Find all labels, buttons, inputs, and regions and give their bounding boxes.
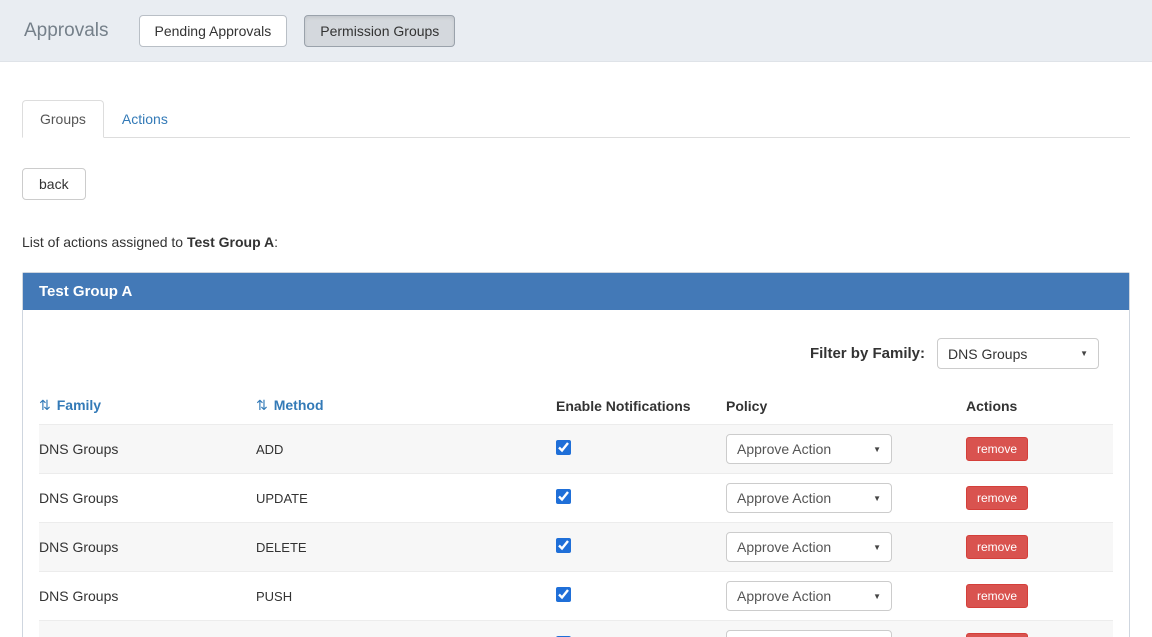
sort-icon: ⇅ — [39, 397, 51, 413]
policy-cell: Approve Action ▼ — [726, 425, 966, 474]
policy-cell: Approve Action ▼ — [726, 474, 966, 523]
table-row: DNS Groups UPDATE Approve Action ▼ remov… — [39, 473, 1113, 523]
filter-by-family-label: Filter by Family: — [809, 345, 925, 362]
intro-text: List of actions assigned to Test Group A… — [22, 234, 1130, 250]
chevron-down-icon: ▼ — [873, 444, 881, 454]
tab-actions[interactable]: Actions — [104, 100, 186, 138]
policy-select[interactable]: Approve Action ▼ — [726, 532, 892, 562]
intro-prefix: List of actions assigned to — [22, 234, 187, 250]
family-filter-select[interactable]: DNS Groups ▼ — [937, 338, 1099, 369]
page: Approvals Pending Approvals Permission G… — [0, 0, 1152, 637]
policy-select-value: Approve Action — [737, 490, 832, 506]
method-cell: DELETE — [256, 539, 307, 555]
policy-select[interactable]: Approve Action ▼ — [726, 483, 892, 513]
actions-cell: remove — [966, 621, 1113, 637]
chevron-down-icon: ▼ — [1080, 349, 1088, 358]
table-row: DNS Groups DELETE Approve Action ▼ remov… — [39, 522, 1113, 572]
column-header-notifications: Enable Notifications — [556, 397, 691, 414]
panel-title: Test Group A — [23, 273, 1129, 310]
remove-button[interactable]: remove — [966, 584, 1029, 608]
tab-bar: Groups Actions — [22, 100, 1130, 138]
policy-select-value: Approve Action — [737, 539, 832, 555]
column-header-policy: Policy — [726, 397, 768, 414]
family-cell: DNS Groups — [39, 621, 256, 637]
family-filter-value: DNS Groups — [948, 345, 1028, 362]
notifications-cell — [556, 572, 726, 621]
policy-select[interactable]: Approve Action ▼ — [726, 434, 892, 464]
content-area: Groups Actions back List of actions assi… — [0, 100, 1152, 637]
group-panel: Test Group A Filter by Family: DNS Group… — [22, 272, 1130, 637]
policy-select-value: Approve Action — [737, 588, 832, 604]
column-header-method[interactable]: ⇅ Method — [256, 391, 556, 425]
notifications-checkbox[interactable] — [556, 440, 571, 455]
policy-select-value: Approve Action — [737, 441, 832, 457]
actions-cell: remove — [966, 523, 1113, 572]
table-body: DNS Groups ADD Approve Action ▼ remove D… — [39, 424, 1113, 637]
method-cell: BULKMOVEZONES — [256, 621, 556, 637]
tab-groups[interactable]: Groups — [22, 100, 104, 138]
notifications-cell — [556, 523, 726, 572]
family-cell: DNS Groups — [39, 441, 119, 457]
notifications-cell — [556, 621, 726, 637]
intro-suffix: : — [274, 234, 279, 250]
actions-table: ⇅ Family ⇅ Method Enable Notifications Pol… — [39, 391, 1113, 637]
notifications-checkbox[interactable] — [556, 587, 571, 602]
table-row: DNS Groups PUSH Approve Action ▼ remove — [39, 571, 1113, 621]
remove-button[interactable]: remove — [966, 437, 1029, 461]
top-bar: Approvals Pending Approvals Permission G… — [0, 0, 1152, 62]
notifications-checkbox[interactable] — [556, 489, 571, 504]
method-cell: UPDATE — [256, 490, 308, 506]
remove-button[interactable]: remove — [966, 535, 1029, 559]
policy-cell: Approve Action ▼ — [726, 523, 966, 572]
family-cell: DNS Groups — [39, 490, 119, 506]
filter-row: Filter by Family: DNS Groups ▼ — [39, 338, 1099, 369]
policy-cell: Approve Action ▼ — [726, 621, 966, 637]
actions-cell: remove — [966, 572, 1113, 621]
column-header-actions: Actions — [966, 397, 1018, 414]
remove-button[interactable]: remove — [966, 486, 1029, 510]
policy-cell: Approve Action ▼ — [726, 572, 966, 621]
policy-select[interactable]: Approve Action ▼ — [726, 630, 892, 637]
table-header: ⇅ Family ⇅ Method Enable Notifications Pol… — [39, 391, 1113, 425]
chevron-down-icon: ▼ — [873, 542, 881, 552]
chevron-down-icon: ▼ — [873, 493, 881, 503]
notifications-cell — [556, 474, 726, 523]
family-cell: DNS Groups — [39, 588, 119, 604]
remove-button[interactable]: remove — [966, 633, 1029, 637]
intro-group-name: Test Group A — [187, 234, 275, 250]
pending-approvals-button[interactable]: Pending Approvals — [138, 14, 288, 47]
chevron-down-icon: ▼ — [873, 591, 881, 601]
table-row: DNS Groups ADD Approve Action ▼ remove — [39, 424, 1113, 474]
method-cell: ADD — [256, 441, 284, 457]
page-title: Approvals — [24, 19, 109, 41]
back-button[interactable]: back — [22, 168, 86, 200]
table-row: DNS Groups BULKMOVEZONES Approve Action … — [39, 620, 1113, 637]
notifications-cell — [556, 425, 726, 474]
notifications-checkbox[interactable] — [556, 538, 571, 553]
family-cell: DNS Groups — [39, 539, 119, 555]
method-cell: PUSH — [256, 588, 293, 604]
policy-select[interactable]: Approve Action ▼ — [726, 581, 892, 611]
actions-cell: remove — [966, 474, 1113, 523]
sort-icon: ⇅ — [256, 397, 268, 413]
panel-body: Filter by Family: DNS Groups ▼ ⇅Family — [23, 310, 1129, 637]
actions-cell: remove — [966, 425, 1113, 474]
column-header-family[interactable]: ⇅ Family — [39, 391, 256, 425]
permission-groups-button[interactable]: Permission Groups — [304, 14, 456, 47]
